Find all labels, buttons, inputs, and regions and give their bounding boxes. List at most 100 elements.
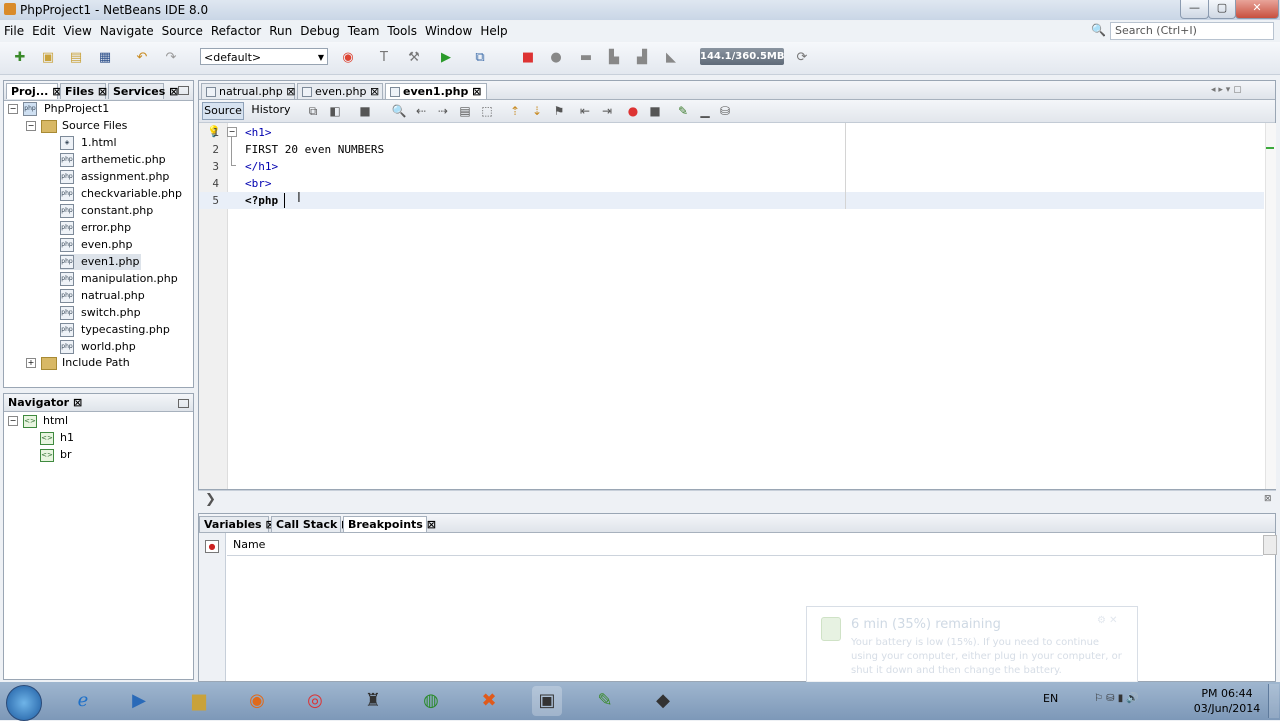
menu-window[interactable]: Window: [421, 21, 476, 41]
code-line[interactable]: <br>: [245, 175, 272, 192]
file-item[interactable]: php manipulation.php: [60, 271, 178, 287]
comment-icon[interactable]: ✎: [673, 101, 693, 121]
navigator-html-node[interactable]: − <> html: [8, 413, 68, 429]
minimize-panel-icon[interactable]: [178, 399, 189, 408]
file-item[interactable]: php error.php: [60, 220, 131, 236]
menu-help[interactable]: Help: [476, 21, 511, 41]
notification-options-icon[interactable]: ⚙ ✕: [1097, 615, 1118, 626]
navigator-br-node[interactable]: <> br: [40, 447, 72, 463]
tab-files[interactable]: Files ⊠: [60, 83, 107, 99]
editor-tab-even1[interactable]: even1.php ⊠: [385, 83, 487, 99]
language-indicator[interactable]: EN: [1043, 692, 1058, 705]
navigator-title[interactable]: Navigator ⊠: [8, 396, 82, 409]
menu-file[interactable]: File: [0, 21, 28, 41]
forward-icon[interactable]: ■: [355, 101, 375, 121]
debug-icon[interactable]: ⧉: [470, 48, 490, 68]
green-app-icon[interactable]: ◍: [416, 686, 446, 716]
stop-macro-icon[interactable]: ■: [645, 101, 665, 121]
configuration-select[interactable]: <default> ▼: [200, 48, 328, 65]
close-output-icon[interactable]: ⊠: [1264, 494, 1272, 504]
app-icon[interactable]: ♜: [358, 686, 388, 716]
file-item[interactable]: php natrual.php: [60, 288, 145, 304]
continue-icon[interactable]: ▬: [576, 48, 596, 68]
firefox-icon[interactable]: ◉: [242, 686, 272, 716]
tab-projects[interactable]: Proj... ⊠: [6, 83, 61, 99]
previous-bookmark-icon[interactable]: ⇡: [505, 101, 525, 121]
toggle-bookmark-icon[interactable]: ⚑: [549, 101, 569, 121]
uncomment-icon[interactable]: ▁: [695, 101, 715, 121]
media-player-icon[interactable]: ▶: [124, 686, 154, 716]
search-input[interactable]: 🔍 Search (Ctrl+I): [1091, 22, 1274, 40]
history-mode-button[interactable]: History: [249, 102, 293, 118]
minimize-button[interactable]: —: [1180, 0, 1209, 19]
step-into-icon[interactable]: ▟: [632, 48, 652, 68]
tab-services[interactable]: Services ⊠: [108, 83, 178, 99]
file-item[interactable]: php checkvariable.php: [60, 186, 182, 202]
undo-icon[interactable]: ↶: [132, 48, 152, 68]
new-breakpoint-icon[interactable]: ●: [205, 540, 219, 553]
file-item[interactable]: php even.php: [60, 237, 132, 253]
step-out-icon[interactable]: ◣: [661, 48, 681, 68]
find-next-icon[interactable]: ⇢: [433, 101, 453, 121]
last-edit-icon[interactable]: ⧉: [303, 101, 323, 121]
show-desktop-button[interactable]: [1268, 684, 1279, 718]
database-icon[interactable]: ⛁: [715, 101, 735, 121]
battery-notification[interactable]: 6 min (35%) remaining Your battery is lo…: [806, 606, 1138, 686]
menu-navigate[interactable]: Navigate: [96, 21, 158, 41]
file-item[interactable]: php world.php: [60, 339, 136, 355]
clock[interactable]: PM 06:44 03/Jun/2014: [1192, 686, 1262, 716]
expand-icon[interactable]: +: [26, 358, 36, 368]
file-item[interactable]: php assignment.php: [60, 169, 169, 185]
maximize-button[interactable]: ▢: [1208, 0, 1236, 19]
find-previous-icon[interactable]: ⇠: [411, 101, 431, 121]
tray-icons[interactable]: ⚐ ⛁ ▮ 🔊: [1094, 693, 1139, 704]
code-line[interactable]: <?php: [245, 192, 278, 209]
collapse-icon[interactable]: −: [26, 121, 36, 131]
memory-indicator[interactable]: 144.1/360.5MB: [700, 48, 785, 65]
toggle-selection-icon[interactable]: ⬚: [477, 101, 497, 121]
source-mode-button[interactable]: Source: [202, 102, 244, 120]
menu-team[interactable]: Team: [344, 21, 384, 41]
collapse-icon[interactable]: −: [8, 416, 18, 426]
tab-breakpoints[interactable]: Breakpoints ⊠: [343, 516, 436, 532]
open-project-icon[interactable]: ▤: [66, 48, 86, 68]
gc-icon[interactable]: ⟳: [792, 48, 812, 68]
tab-call-stack[interactable]: Call Stack ⊠: [271, 516, 350, 532]
fold-icon[interactable]: −: [227, 127, 237, 137]
step-over-icon[interactable]: ▙: [604, 48, 624, 68]
file-item[interactable]: php switch.php: [60, 305, 141, 321]
menu-refactor[interactable]: Refactor: [207, 21, 265, 41]
run-icon[interactable]: ▶: [436, 48, 456, 68]
shift-left-icon[interactable]: ⇤: [575, 101, 595, 121]
navigator-h1-node[interactable]: <> h1: [40, 430, 74, 446]
start-macro-icon[interactable]: ●: [623, 101, 643, 121]
chrome-icon[interactable]: ◎: [300, 686, 330, 716]
pause-icon[interactable]: ●: [546, 48, 566, 68]
menu-run[interactable]: Run: [265, 21, 296, 41]
include-path-node[interactable]: + Include Path: [26, 355, 130, 371]
name-column-header[interactable]: Name: [233, 538, 265, 551]
internet-explorer-icon[interactable]: ℯ: [68, 686, 98, 716]
browser-icon[interactable]: ◉: [338, 48, 358, 68]
code-line[interactable]: FIRST 20 even NUMBERS: [245, 141, 384, 158]
tab-variables[interactable]: Variables ⊠: [199, 516, 275, 532]
file-item-selected[interactable]: php even1.php: [60, 254, 142, 270]
column-options-icon[interactable]: [1263, 535, 1277, 555]
editor-tab-even[interactable]: even.php ⊠: [297, 83, 383, 99]
back-icon[interactable]: ◧: [325, 101, 345, 121]
new-file-icon[interactable]: ✚: [10, 48, 30, 68]
menu-tools[interactable]: Tools: [383, 21, 421, 41]
expand-output-icon[interactable]: ❯: [205, 492, 216, 507]
file-item[interactable]: php typecasting.php: [60, 322, 170, 338]
menu-edit[interactable]: Edit: [28, 21, 59, 41]
next-bookmark-icon[interactable]: ⇣: [527, 101, 547, 121]
code-line[interactable]: <h1>: [245, 124, 272, 141]
menu-debug[interactable]: Debug: [296, 21, 343, 41]
menu-view[interactable]: View: [59, 21, 95, 41]
editor-window-controls[interactable]: ◂ ▸ ▾ ▢: [1211, 85, 1271, 95]
find-icon[interactable]: 🔍: [389, 101, 409, 121]
minimize-panel-icon[interactable]: [178, 86, 189, 95]
editor-tab-natrual[interactable]: natrual.php ⊠: [201, 83, 295, 99]
virtualbox-icon[interactable]: ◆: [648, 686, 678, 716]
save-all-icon[interactable]: ▦: [95, 48, 115, 68]
